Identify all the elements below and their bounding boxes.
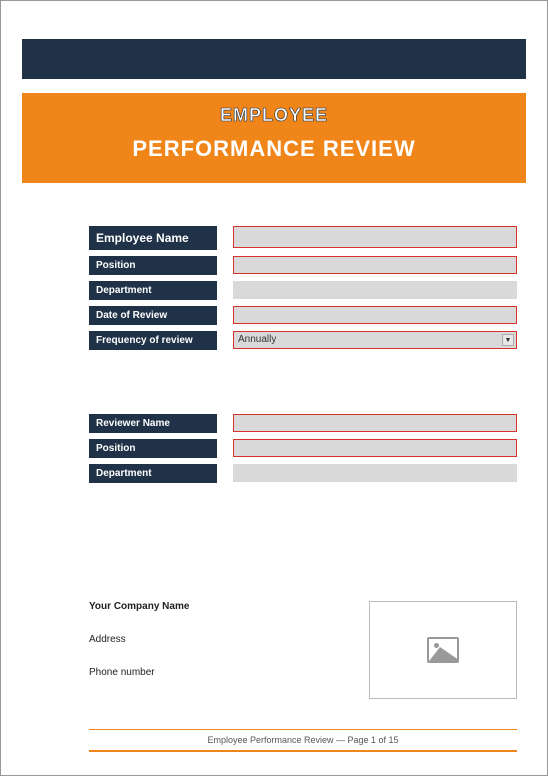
company-text: Your Company Name Address Phone number — [89, 601, 369, 700]
label-reviewer-department: Department — [89, 464, 217, 483]
top-dark-bar — [22, 39, 526, 79]
company-address: Address — [89, 634, 369, 645]
label-date: Date of Review — [89, 306, 217, 325]
input-reviewer-position[interactable] — [233, 439, 517, 457]
row-reviewer-position: Position — [89, 439, 517, 458]
image-icon — [427, 637, 459, 663]
company-phone: Phone number — [89, 667, 369, 678]
label-reviewer-name: Reviewer Name — [89, 414, 217, 433]
input-reviewer-name[interactable] — [233, 414, 517, 432]
row-reviewer-department: Department — [89, 464, 517, 483]
company-name: Your Company Name — [89, 601, 369, 612]
label-employee-name: Employee Name — [89, 226, 217, 250]
input-reviewer-department[interactable] — [233, 464, 517, 482]
row-date: Date of Review — [89, 306, 517, 325]
company-block: Your Company Name Address Phone number — [89, 601, 517, 700]
input-employee-name[interactable] — [233, 226, 517, 248]
row-employee-name: Employee Name — [89, 226, 517, 250]
row-department: Department — [89, 281, 517, 300]
label-reviewer-position: Position — [89, 439, 217, 458]
select-frequency[interactable]: Annually ▼ — [233, 331, 517, 349]
row-reviewer-name: Reviewer Name — [89, 414, 517, 433]
row-position: Position — [89, 256, 517, 275]
input-position[interactable] — [233, 256, 517, 274]
select-frequency-value: Annually — [238, 334, 276, 345]
input-department[interactable] — [233, 281, 517, 299]
footer-text: Employee Performance Review — Page 1 of … — [89, 733, 517, 747]
form-area: Employee Name Position Department Date o… — [89, 226, 517, 489]
label-frequency: Frequency of review — [89, 331, 217, 350]
footer-line-bottom — [89, 750, 517, 752]
input-date[interactable] — [233, 306, 517, 324]
title-line1: EMPLOYEE — [22, 105, 526, 126]
label-department: Department — [89, 281, 217, 300]
row-frequency: Frequency of review Annually ▼ — [89, 331, 517, 350]
label-position: Position — [89, 256, 217, 275]
title-line2: PERFORMANCE REVIEW — [22, 136, 526, 162]
footer: Employee Performance Review — Page 1 of … — [89, 729, 517, 753]
chevron-down-icon: ▼ — [502, 334, 514, 346]
image-placeholder-box[interactable] — [369, 601, 517, 699]
title-band: EMPLOYEE PERFORMANCE REVIEW — [22, 93, 526, 183]
footer-line-top — [89, 729, 517, 731]
